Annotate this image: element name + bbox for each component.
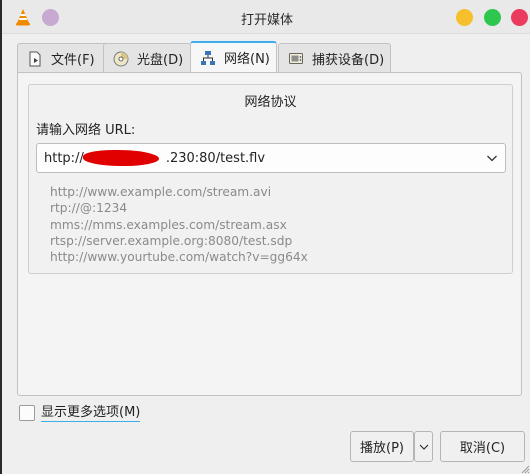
url-value-prefix: http:// [44,150,84,166]
resize-grip-icon[interactable] [520,464,530,474]
minimize-button[interactable] [456,9,473,26]
maximize-button[interactable] [484,9,501,26]
disc-icon [113,51,129,66]
group-title: 网络协议 [244,95,297,110]
network-protocol-group: 网络协议 请输入网络 URL: http:// .230:80/test.flv… [28,84,513,274]
tab-capture-device[interactable]: 捕获设备(D) [278,43,391,73]
example-url: rtp://@:1234 [50,201,128,216]
example-url: http://www.yourtube.com/watch?v=gg64x [50,250,308,265]
tab-network[interactable]: 网络(N) [190,41,277,72]
tab-disc[interactable]: 光盘(D) [103,43,191,73]
show-more-options-checkbox[interactable] [19,405,35,421]
play-button[interactable]: 播放(P) [350,431,414,462]
window-title: 打开媒体 [240,13,293,28]
cancel-button[interactable]: 取消(C) [440,431,525,462]
show-more-options-label[interactable]: 显示更多选项(M) [41,405,141,422]
example-url: mms://mms.examples.com/stream.asx [50,217,287,232]
url-input[interactable]: http:// .230:80/test.flv [36,143,506,173]
url-examples: http://www.example.com/stream.avi rtp://… [50,184,308,265]
redaction-scribble [83,150,159,166]
file-icon [29,51,41,66]
network-icon [201,50,215,65]
example-url: http://www.example.com/stream.avi [50,185,272,199]
network-tab-panel: 网络协议 请输入网络 URL: http:// .230:80/test.flv… [17,72,522,396]
open-media-dialog: 打开媒体 文件(F) 光盘(D) 网络(N) 捕获设备(D) 网络协议 请输入网… [0,0,530,474]
url-value-suffix: .230:80/test.flv [165,150,266,166]
capture-device-icon [289,52,303,64]
title-bar[interactable]: 打开媒体 [2,0,530,34]
url-label: 请输入网络 URL: [36,123,136,138]
chevron-down-icon [419,444,428,450]
tab-file[interactable]: 文件(F) [17,43,112,73]
example-url: rtsp://server.example.org:8080/test.sdp [50,233,293,248]
play-options-dropdown[interactable] [414,431,433,462]
chevron-down-icon[interactable] [486,152,498,164]
close-button[interactable] [511,9,528,26]
